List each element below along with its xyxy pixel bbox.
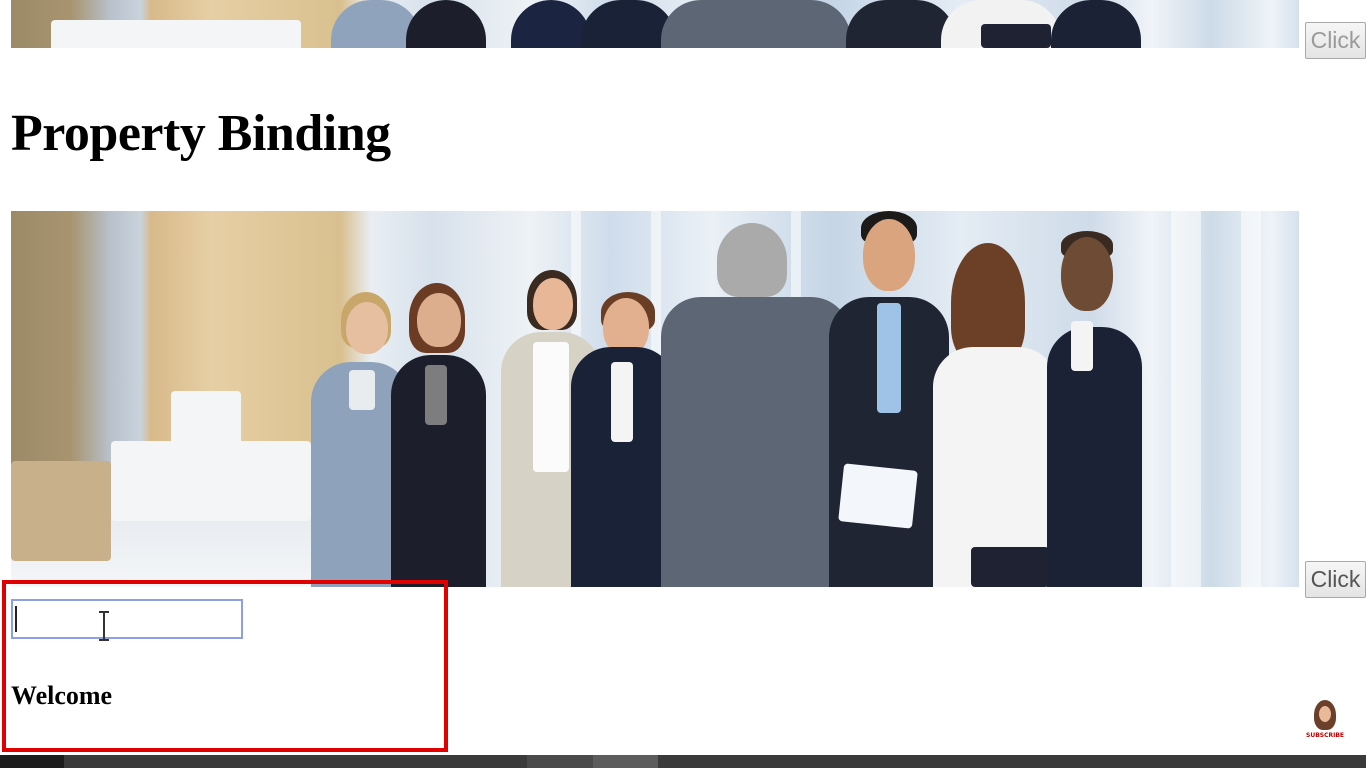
- text-caret: [15, 606, 17, 632]
- banner-image[interactable]: [11, 211, 1299, 587]
- avatar-icon: [1314, 700, 1336, 730]
- click-button-top[interactable]: Click: [1305, 22, 1366, 59]
- person-figure: [1047, 225, 1142, 587]
- person-figure: [829, 211, 949, 587]
- person-figure: [661, 0, 851, 48]
- person-figure: [391, 247, 486, 587]
- person-figure: [661, 217, 851, 587]
- name-input[interactable]: [11, 599, 243, 639]
- person-figure: [1051, 0, 1141, 48]
- subscribe-badge[interactable]: SUBSCRIBE: [1306, 698, 1344, 744]
- taskbar: [0, 755, 1366, 768]
- person-figure: [941, 0, 1061, 48]
- taskbar-segment: [527, 755, 593, 768]
- office-table: [11, 461, 111, 561]
- person-figure: [846, 0, 956, 48]
- welcome-text: Welcome: [11, 681, 113, 710]
- person-figure: [933, 227, 1058, 587]
- click-button[interactable]: Click: [1305, 561, 1366, 598]
- person-figure: [406, 0, 486, 48]
- banner-image-top: [11, 0, 1299, 48]
- subscribe-label: SUBSCRIBE: [1306, 732, 1345, 739]
- taskbar-segment: [0, 755, 64, 768]
- ibeam-cursor-icon: [99, 611, 109, 641]
- person-figure: [511, 0, 591, 48]
- taskbar-segment: [593, 755, 658, 768]
- page-title: Property Binding: [11, 105, 391, 162]
- office-table: [111, 441, 311, 521]
- office-table: [51, 20, 301, 48]
- office-chair: [171, 391, 241, 451]
